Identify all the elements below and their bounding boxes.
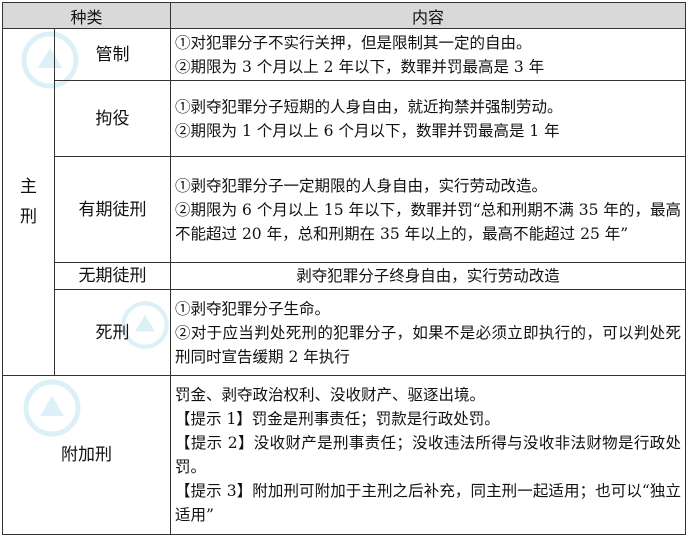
penalty-type: 拘役 — [53, 80, 172, 157]
penalty-type: 无期徒刑 — [53, 262, 172, 290]
table-row: 无期徒刑 剥夺犯罪分子终身自由，实行劳动改造 — [3, 262, 686, 290]
header-category: 种类 — [1, 2, 172, 29]
penalty-type: 死刑 — [53, 289, 172, 376]
content-line: ②期限为 1 个月以上 6 个月以下，数罪并罚最高是 1 年 — [175, 121, 560, 140]
table-row: 附加刑 罚金、剥夺政治权利、没收财产、驱逐出境。 【提示 1】罚金是刑事责任；罚… — [1, 375, 686, 535]
content-line: ②对于应当判处死刑的犯罪分子，如果不是必须立即执行的，可以判处死刑同时宣告缓期 … — [175, 323, 681, 366]
content-line: ①剥夺犯罪分子生命。 — [175, 299, 331, 318]
additional-penalty-content: 罚金、剥夺政治权利、没收财产、驱逐出境。 【提示 1】罚金是刑事责任；罚款是行政… — [170, 375, 686, 535]
main-penalty-category: 主 刑 — [2, 28, 55, 376]
penalty-type: 有期徒刑 — [53, 156, 172, 263]
penalty-content: 剥夺犯罪分子终身自由，实行劳动改造 — [170, 262, 686, 290]
penalty-content: ①剥夺犯罪分子一定期限的人身自由，实行劳动改造。 ②期限为 6 个月以上 15 … — [170, 156, 686, 263]
content-line: ①剥夺犯罪分子一定期限的人身自由，实行劳动改造。 — [175, 176, 548, 195]
content-line: ①对犯罪分子不实行关押，但是限制其一定的自由。 — [175, 33, 532, 52]
content-line: 【提示 1】罚金是刑事责任；罚款是行政处罚。 — [175, 410, 500, 428]
table-header-row: 种类 内容 — [1, 2, 686, 29]
content-line: ②期限为 3 个月以上 2 年以下，数罪并罚最高是 3 年 — [175, 57, 545, 76]
penalty-content: ①对犯罪分子不实行关押，但是限制其一定的自由。 ②期限为 3 个月以上 2 年以… — [170, 28, 686, 81]
content-line: ②期限为 6 个月以上 15 年以下，数罪并罚“总和刑期不满 35 年的，最高不… — [175, 200, 681, 243]
table-row: 拘役 ①剥夺犯罪分子短期的人身自由，就近拘禁并强制劳动。 ②期限为 1 个月以上… — [3, 80, 686, 157]
header-content: 内容 — [170, 2, 686, 29]
table-row: 有期徒刑 ①剥夺犯罪分子一定期限的人身自由，实行劳动改造。 ②期限为 6 个月以… — [3, 156, 686, 263]
main-category-char: 刑 — [20, 207, 37, 227]
content-line: 剥夺犯罪分子终身自由，实行劳动改造 — [296, 267, 560, 285]
table-row: 死刑 ①剥夺犯罪分子生命。 ②对于应当判处死刑的犯罪分子，如果不是必须立即执行的… — [3, 289, 686, 376]
content-line: 罚金、剥夺政治权利、没收财产、驱逐出境。 — [175, 386, 486, 404]
penalty-table: 种类 内容 主 刑 管制 ①对犯罪分子不实行关押，但是限制其一定的自由。 ②期限… — [1, 2, 686, 535]
penalty-content: ①剥夺犯罪分子短期的人身自由，就近拘禁并强制劳动。 ②期限为 1 个月以上 6 … — [170, 80, 686, 157]
penalty-type: 管制 — [53, 28, 172, 81]
penalty-content: ①剥夺犯罪分子生命。 ②对于应当判处死刑的犯罪分子，如果不是必须立即执行的，可以… — [170, 289, 686, 376]
main-category-char: 主 — [20, 177, 37, 197]
additional-penalty-category: 附加刑 — [1, 375, 172, 535]
table-row: 主 刑 管制 ①对犯罪分子不实行关押，但是限制其一定的自由。 ②期限为 3 个月… — [2, 28, 686, 376]
content-line: 【提示 2】没收财产是刑事责任；没收违法所得与没收非法财物是行政处罚。 — [175, 434, 681, 476]
content-line: ①剥夺犯罪分子短期的人身自由，就近拘禁并强制劳动。 — [175, 97, 563, 116]
content-line: 【提示 3】附加刑可附加于主刑之后补充，同主刑一起适用；也可以“独立适用” — [175, 482, 681, 524]
